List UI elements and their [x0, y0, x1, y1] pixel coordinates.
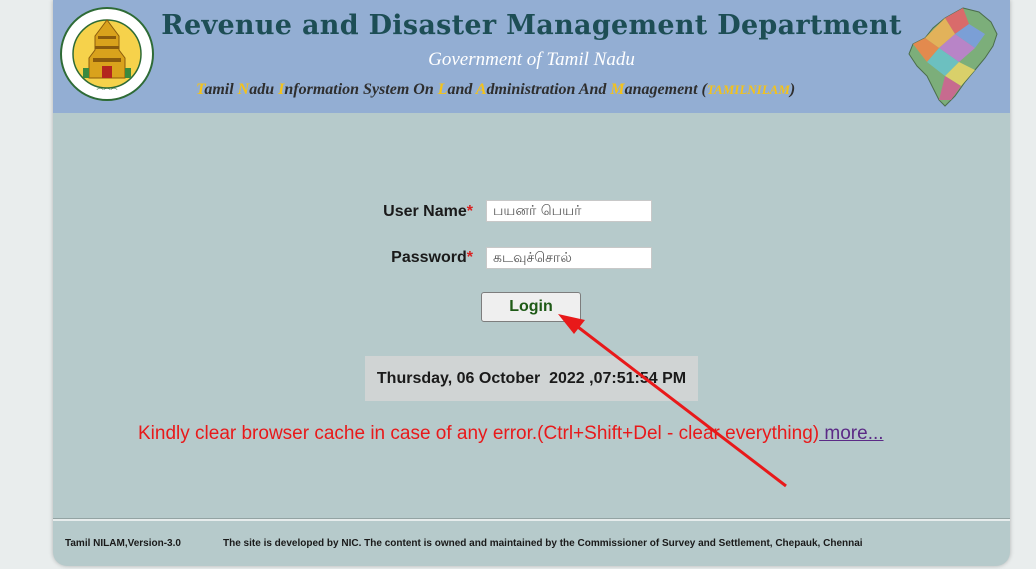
username-label: User Name*	[383, 203, 473, 220]
required-mark: *	[466, 203, 473, 220]
footer-divider	[53, 518, 1010, 521]
password-input[interactable]	[486, 247, 652, 269]
svg-text:⌒⌒⌒: ⌒⌒⌒	[97, 88, 118, 96]
username-input[interactable]	[486, 200, 652, 222]
page-frame: ⌒⌒⌒ Revenue and Disaster Management Depa…	[53, 0, 1010, 566]
header-banner: ⌒⌒⌒ Revenue and Disaster Management Depa…	[53, 0, 1010, 113]
cache-notice: Kindly clear browser cache in case of an…	[138, 423, 884, 445]
footer-version: Tamil NILAM,Version-3.0	[65, 538, 181, 549]
system-name-initial: N	[237, 81, 250, 98]
system-name-initial: L	[437, 81, 448, 98]
cache-notice-text: Kindly clear browser cache in case of an…	[138, 423, 820, 444]
government-subtitle: Government of Tamil Nadu	[428, 49, 635, 70]
system-name-part: nformation System On	[284, 81, 438, 98]
system-name: Tamil Nadu Information System On Land Ad…	[196, 81, 795, 99]
footer-credits: The site is developed by NIC. The conten…	[223, 538, 863, 549]
system-name-part: anagement (	[624, 81, 707, 98]
system-name-part: dministration And	[486, 81, 611, 98]
system-name-part: amil	[204, 81, 238, 98]
required-mark: *	[466, 249, 473, 266]
system-close: )	[789, 81, 796, 98]
system-name-part: and	[447, 81, 476, 98]
department-title: Revenue and Disaster Management Departme…	[161, 10, 902, 41]
more-link[interactable]: more...	[819, 423, 883, 444]
system-name-initial: M	[610, 81, 625, 98]
system-name-part: adu	[249, 81, 279, 98]
system-acronym: TAMILNILAM	[706, 82, 790, 97]
system-name-initial: A	[475, 81, 487, 98]
current-datetime: Thursday, 06 October 2022 ,07:51:54 PM	[365, 356, 698, 401]
password-label: Password*	[391, 249, 473, 266]
login-button[interactable]: Login	[481, 292, 581, 322]
